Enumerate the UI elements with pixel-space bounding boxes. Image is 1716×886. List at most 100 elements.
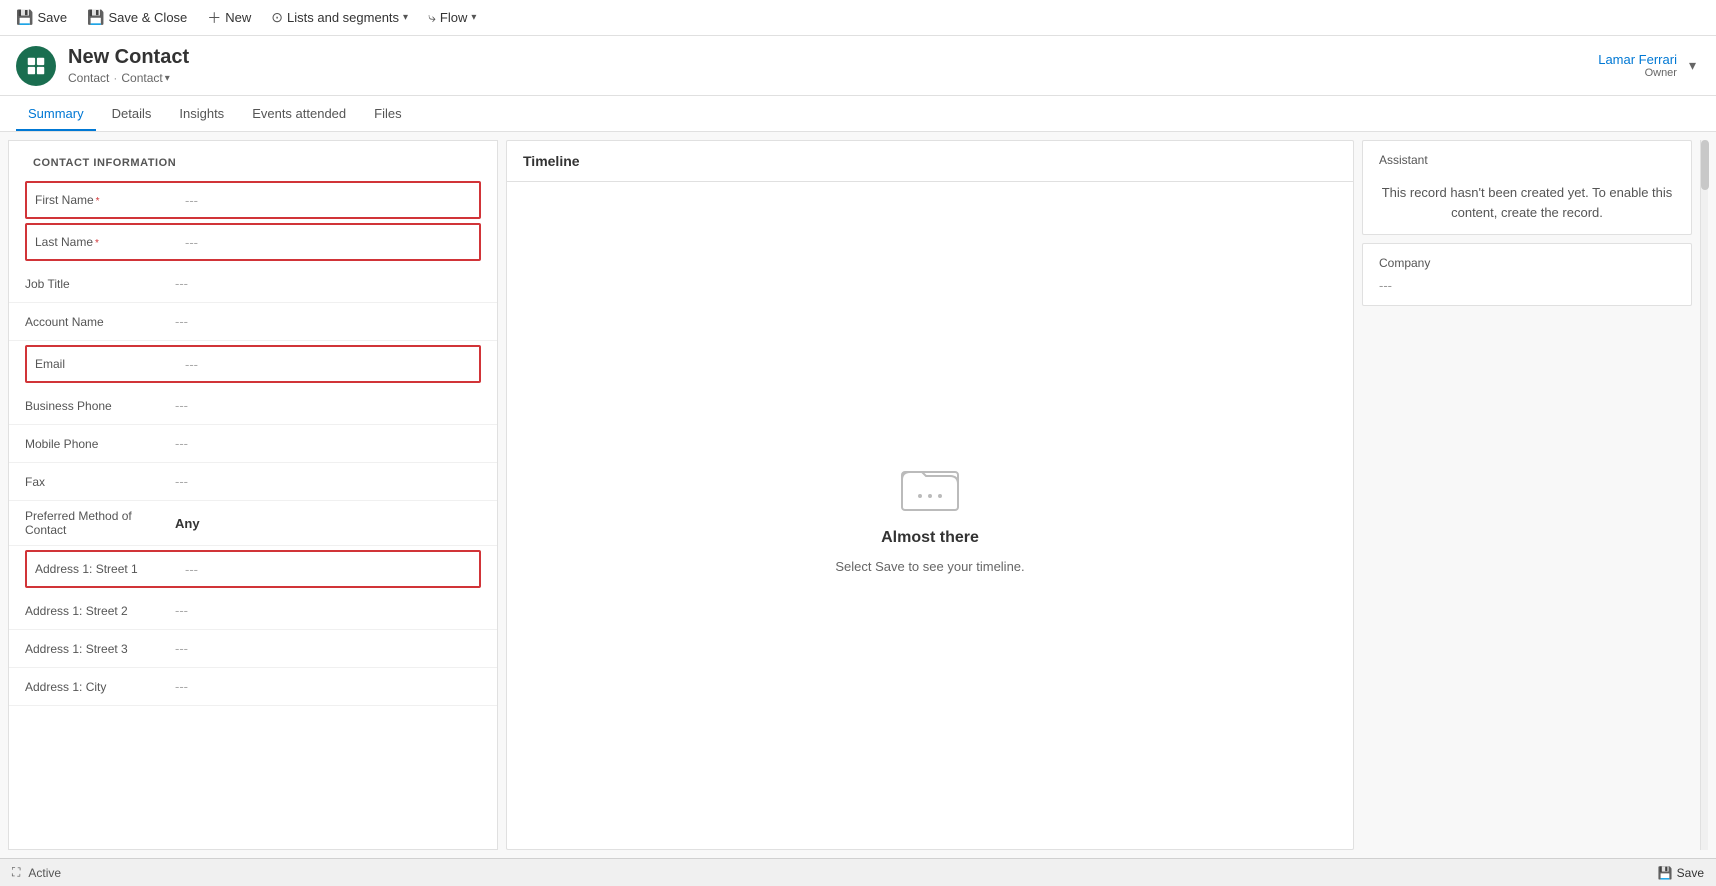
breadcrumb: Contact · Contact ▾ [68,71,1598,85]
header-expand-chevron[interactable]: ▾ [1685,53,1700,78]
breadcrumb-chevron: ▾ [165,73,170,84]
user-role: Owner [1598,67,1677,79]
preferred-contact-label: Preferred Method of Contact [25,509,175,537]
first-name-field[interactable]: First Name* --- [25,181,481,219]
section-title: CONTACT INFORMATION [9,141,497,177]
save-button[interactable]: 💾 Save [8,5,75,30]
user-name[interactable]: Lamar Ferrari [1598,52,1677,67]
email-field[interactable]: Email --- [25,345,481,383]
fax-label: Fax [25,475,175,489]
account-name-label: Account Name [25,315,175,329]
main-scrollbar[interactable] [1700,140,1708,850]
address-city-label: Address 1: City [25,680,175,694]
company-card-value[interactable]: --- [1363,274,1691,305]
address-street1-field[interactable]: Address 1: Street 1 --- [25,550,481,588]
account-name-value[interactable]: --- [175,314,481,329]
save-close-icon: 💾 [87,9,104,26]
address-street3-label: Address 1: Street 3 [25,642,175,656]
tab-summary[interactable]: Summary [16,98,96,131]
lists-segments-icon: ⊙ [271,9,283,26]
account-name-field: Account Name --- [9,303,497,341]
job-title-field: Job Title --- [9,265,497,303]
new-label: New [225,10,251,25]
email-value[interactable]: --- [185,357,471,372]
timeline-header: Timeline [507,141,1353,182]
header-info: New Contact Contact · Contact ▾ [68,46,1598,85]
header-user: Lamar Ferrari Owner [1598,52,1677,79]
business-phone-label: Business Phone [25,399,175,413]
timeline-empty-state: Almost there Select Save to see your tim… [507,182,1353,849]
last-name-field[interactable]: Last Name* --- [25,223,481,261]
address-street1-value[interactable]: --- [185,562,471,577]
address-street2-field: Address 1: Street 2 --- [9,592,497,630]
last-name-value[interactable]: --- [185,235,471,250]
toolbar: 💾 Save 💾 Save & Close ＋ New ⊙ Lists and … [0,0,1716,36]
breadcrumb-separator: · [113,71,117,85]
email-label: Email [35,357,185,371]
lists-segments-chevron: ▾ [403,12,408,23]
fax-field: Fax --- [9,463,497,501]
tab-insights[interactable]: Insights [167,98,236,131]
status-save-icon: 💾 [1658,866,1673,880]
business-phone-field: Business Phone --- [9,387,497,425]
assistant-card-message: This record hasn't been created yet. To … [1363,171,1691,234]
mobile-phone-field: Mobile Phone --- [9,425,497,463]
lists-segments-button[interactable]: ⊙ Lists and segments ▾ [263,5,416,30]
address-city-field: Address 1: City --- [9,668,497,706]
timeline-empty-icon [900,457,960,517]
preferred-contact-field: Preferred Method of Contact Any [9,501,497,546]
save-label: Save [37,10,67,25]
address-street2-value[interactable]: --- [175,603,481,618]
mobile-phone-label: Mobile Phone [25,437,175,451]
assistant-card: Assistant This record hasn't been create… [1362,140,1692,235]
flow-icon: ⤷ [428,9,436,26]
assistant-card-title: Assistant [1363,141,1691,171]
new-button[interactable]: ＋ New [199,4,259,32]
fax-value[interactable]: --- [175,474,481,489]
status-expand-icon[interactable]: ⛶ [12,865,20,880]
address-street3-value[interactable]: --- [175,641,481,656]
save-close-button[interactable]: 💾 Save & Close [79,5,195,30]
avatar [16,46,56,86]
header: New Contact Contact · Contact ▾ Lamar Fe… [0,36,1716,96]
flow-chevron: ▾ [471,12,476,23]
contact-info-panel: CONTACT INFORMATION First Name* --- Last… [8,140,498,850]
save-icon: 💾 [16,9,33,26]
status-right: 💾 Save [1658,866,1704,880]
flow-label: Flow [440,10,467,25]
main-area: CONTACT INFORMATION First Name* --- Last… [0,132,1716,858]
address-street1-label: Address 1: Street 1 [35,562,185,576]
breadcrumb-1[interactable]: Contact [68,71,109,85]
status-left: ⛶ Active [12,865,61,880]
save-close-label: Save & Close [109,10,188,25]
tab-files[interactable]: Files [362,98,413,131]
address-street3-field: Address 1: Street 3 --- [9,630,497,668]
right-column: Assistant This record hasn't been create… [1362,140,1692,850]
breadcrumb-2[interactable]: Contact ▾ [121,71,169,85]
status-badge: Active [28,866,61,880]
main-scrollbar-thumb [1701,140,1709,190]
timeline-panel: Timeline Almost there Select Save to see… [506,140,1354,850]
address-city-value[interactable]: --- [175,679,481,694]
job-title-value[interactable]: --- [175,276,481,291]
first-name-label: First Name* [35,193,185,207]
tab-events-attended[interactable]: Events attended [240,98,358,131]
flow-button[interactable]: ⤷ Flow ▾ [420,5,484,30]
new-icon: ＋ [207,8,221,28]
first-name-required-star: * [96,196,100,207]
lists-segments-label: Lists and segments [287,10,399,25]
business-phone-value[interactable]: --- [175,398,481,413]
preferred-contact-value[interactable]: Any [175,516,481,531]
status-save-button[interactable]: 💾 Save [1658,866,1704,880]
company-card-title: Company [1363,244,1691,274]
status-bar: ⛶ Active 💾 Save [0,858,1716,886]
status-save-label: Save [1677,866,1704,880]
last-name-required-star: * [95,238,99,249]
first-name-value[interactable]: --- [185,193,471,208]
page-title: New Contact [68,46,1598,69]
last-name-label: Last Name* [35,235,185,249]
tab-details[interactable]: Details [100,98,164,131]
tab-bar: Summary Details Insights Events attended… [0,96,1716,132]
timeline-empty-title: Almost there [881,529,979,547]
mobile-phone-value[interactable]: --- [175,436,481,451]
